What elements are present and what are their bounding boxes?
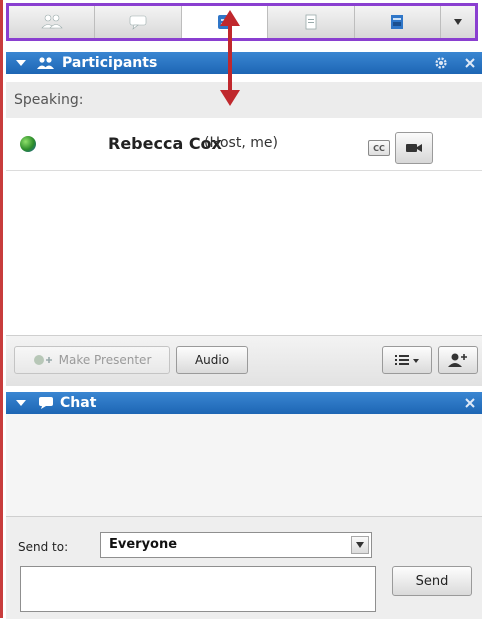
chevron-down-icon — [356, 542, 364, 548]
window-left-border — [0, 0, 3, 618]
chat-message-input[interactable] — [20, 566, 376, 612]
participants-header-title: Participants — [62, 55, 158, 71]
toolbar-dropdown-button[interactable] — [441, 6, 475, 38]
participants-action-bar: Make Presenter Audio — [6, 335, 482, 386]
chevron-down-icon — [454, 19, 463, 25]
send-label: Send — [415, 573, 449, 589]
close-icon[interactable] — [464, 397, 476, 409]
send-to-select[interactable]: Everyone — [100, 532, 372, 558]
audio-button[interactable]: Audio — [176, 346, 248, 374]
participant-role: (Host, me) — [204, 135, 278, 151]
participants-icon — [37, 57, 54, 69]
add-participant-button[interactable] — [438, 346, 478, 374]
collapse-triangle-icon[interactable] — [16, 60, 26, 66]
list-item — [6, 171, 482, 213]
send-button[interactable]: Send — [392, 566, 472, 596]
gear-icon[interactable] — [434, 56, 448, 70]
close-icon[interactable] — [464, 57, 476, 69]
chat-icon — [129, 15, 147, 30]
send-to-label: Send to: — [18, 540, 69, 554]
presentation-panel-button[interactable] — [355, 6, 442, 38]
document-icon — [305, 14, 317, 30]
presenter-globe-icon — [33, 355, 52, 365]
select-dropdown-button[interactable] — [351, 536, 369, 554]
closed-caption-icon: CC — [373, 143, 385, 153]
participants-icon — [41, 14, 63, 29]
audio-label: Audio — [194, 353, 230, 367]
video-camera-icon — [406, 144, 422, 152]
speaking-label: Speaking: — [14, 92, 84, 108]
participants-panel-button[interactable] — [9, 6, 96, 38]
list-view-button[interactable] — [382, 346, 432, 374]
make-presenter-label: Make Presenter — [58, 353, 152, 367]
video-camera-button[interactable] — [395, 132, 433, 164]
status-globe-icon — [20, 136, 36, 152]
list-item — [6, 294, 482, 336]
presentation-icon — [391, 15, 404, 29]
collapse-triangle-icon[interactable] — [16, 400, 26, 406]
closed-caption-button[interactable]: CC — [368, 140, 390, 156]
send-to-value: Everyone — [109, 537, 178, 552]
make-presenter-button[interactable]: Make Presenter — [14, 346, 170, 374]
participant-row[interactable]: Rebecca Cox (Host, me) CC — [6, 118, 482, 171]
chat-message-area — [6, 414, 482, 516]
chat-icon — [39, 397, 53, 409]
annotation-double-arrow — [220, 10, 240, 106]
chat-header[interactable]: Chat — [6, 392, 482, 414]
chat-panel-button[interactable] — [95, 6, 182, 38]
list-icon — [395, 355, 419, 365]
add-user-icon — [448, 353, 467, 367]
chat-header-title: Chat — [60, 395, 97, 411]
list-item — [6, 253, 482, 295]
document-panel-button[interactable] — [268, 6, 355, 38]
list-item — [6, 212, 482, 254]
